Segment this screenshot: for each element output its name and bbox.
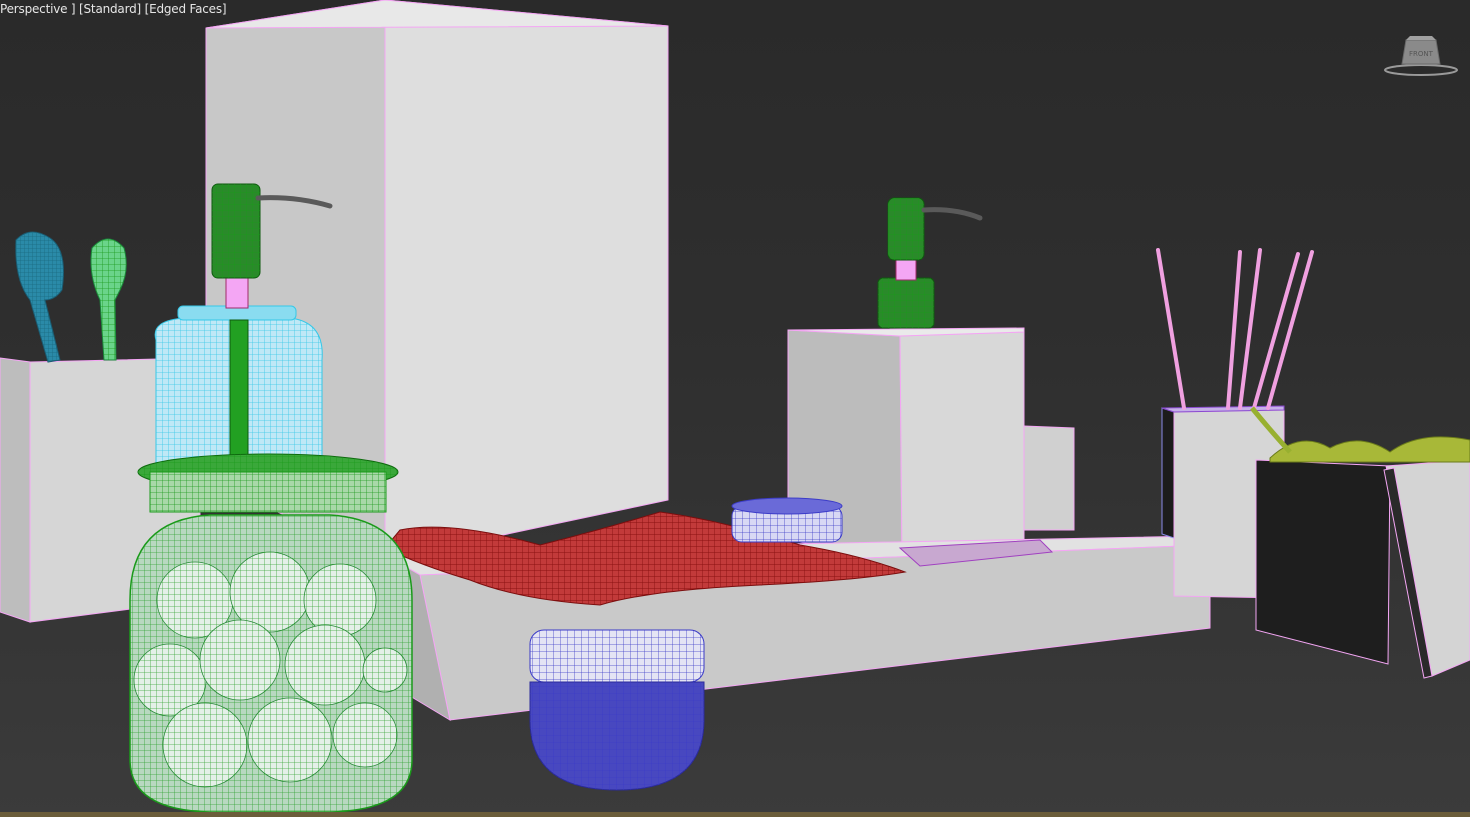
scene-canvas[interactable] [0,0,1470,817]
viewcube[interactable]: FRONT [1382,34,1460,78]
jar-with-balls[interactable] [129,453,413,813]
3d-viewport[interactable]: Perspective ] [Standard] [Edged Faces] F… [0,0,1470,817]
viewcube-face-label: FRONT [1409,50,1434,58]
shading-label[interactable]: Standard [84,2,137,16]
viewport-label[interactable]: Perspective ] [Standard] [Edged Faces] [0,2,227,17]
viewport-bottom-edge [0,812,1470,817]
soap-dispenser-small[interactable] [877,197,983,329]
edged-faces-label[interactable]: Edged Faces [149,2,222,16]
viewcube-icon: FRONT [1384,36,1458,76]
cream-jar-small[interactable] [731,497,843,543]
plant-box[interactable] [1250,406,1470,679]
cream-jar-large[interactable] [529,629,705,791]
view-mode-label[interactable]: Perspective [0,2,68,16]
toothbrush-green[interactable] [90,238,127,361]
toothbrush-blue[interactable] [15,231,64,363]
